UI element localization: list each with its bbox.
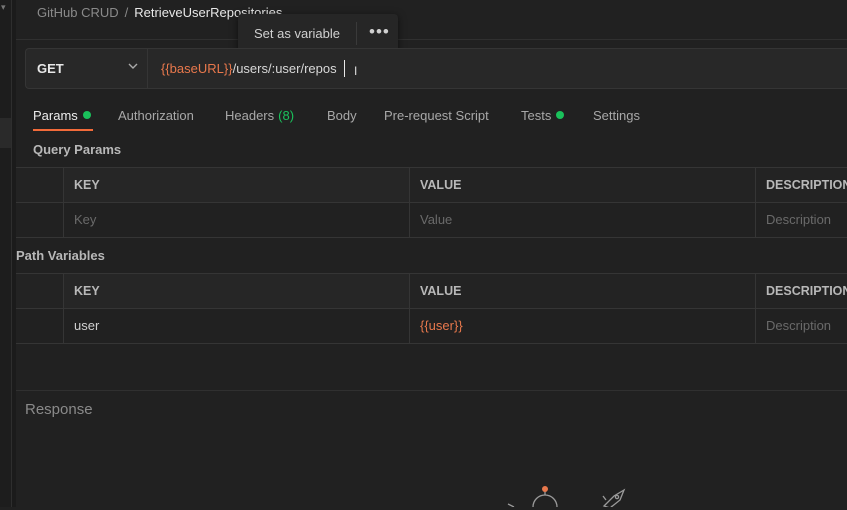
tab-headers[interactable]: Headers (8) bbox=[225, 107, 294, 124]
checkbox-cell[interactable] bbox=[16, 203, 64, 237]
column-header-key: KEY bbox=[64, 168, 410, 202]
breadcrumb-separator: / bbox=[124, 5, 129, 20]
response-title: Response bbox=[25, 401, 93, 418]
tab-authorization[interactable]: Authorization bbox=[118, 107, 194, 124]
rocket-icon bbox=[602, 488, 626, 510]
table-header-row: KEY VALUE DESCRIPTION bbox=[16, 274, 847, 309]
tab-tests[interactable]: Tests bbox=[521, 107, 565, 124]
headers-count: (8) bbox=[278, 108, 295, 123]
query-params-title: Query Params bbox=[33, 142, 122, 157]
url-text: {{baseURL}}/users/:user/repos bbox=[161, 61, 337, 76]
column-header-value: VALUE bbox=[410, 274, 756, 308]
tab-params[interactable]: Params bbox=[33, 107, 91, 124]
column-header-description: DESCRIPTION bbox=[766, 178, 847, 192]
tab-label: Headers bbox=[225, 108, 275, 123]
tab-pre-request-script[interactable]: Pre-request Script bbox=[384, 107, 489, 124]
drag-handle-cell bbox=[16, 168, 64, 202]
value-input[interactable]: {{user}} bbox=[410, 309, 756, 343]
divider bbox=[16, 39, 847, 40]
more-options-icon[interactable]: ••• bbox=[369, 22, 390, 42]
popup-divider bbox=[356, 22, 357, 45]
sidebar-selected-item[interactable] bbox=[0, 118, 11, 148]
left-sidebar: ▾ bbox=[0, 0, 12, 507]
key-input[interactable]: Key bbox=[64, 203, 410, 237]
drag-handle-cell bbox=[16, 274, 64, 308]
url-variable: {{baseURL}} bbox=[161, 61, 233, 76]
url-input[interactable]: {{baseURL}}/users/:user/repos I bbox=[147, 48, 847, 89]
tab-label: Authorization bbox=[118, 108, 194, 123]
method-select[interactable]: GET bbox=[25, 48, 147, 89]
sidebar-glyph-icon: ▾ bbox=[1, 2, 6, 12]
empty-response-illustration bbox=[500, 482, 640, 510]
tab-label: Body bbox=[327, 108, 357, 123]
url-path: /users/:user/repos bbox=[232, 61, 337, 76]
status-dot-icon bbox=[82, 111, 91, 119]
description-input[interactable]: Description bbox=[756, 203, 847, 237]
active-tab-indicator bbox=[33, 129, 93, 131]
table-row: Key Value Description bbox=[16, 203, 847, 238]
row-handle-cell bbox=[16, 309, 64, 343]
path-variables-title: Path Variables bbox=[16, 248, 105, 263]
path-variables-table: KEY VALUE DESCRIPTION user {{user}} Desc… bbox=[16, 273, 847, 344]
key-input[interactable]: user bbox=[64, 309, 410, 343]
i-beam-cursor-icon: I bbox=[354, 64, 358, 78]
tab-label: Tests bbox=[521, 108, 552, 123]
text-caret bbox=[344, 60, 345, 77]
set-as-variable-button[interactable]: Set as variable bbox=[254, 26, 340, 41]
breadcrumb-collection[interactable]: GitHub CRUD bbox=[37, 5, 119, 20]
tab-label: Pre-request Script bbox=[384, 108, 489, 123]
column-header-key: KEY bbox=[64, 274, 410, 308]
description-input[interactable]: Description bbox=[756, 309, 847, 343]
antenna-tip-icon bbox=[542, 486, 548, 492]
column-header-description: DESCRIPTION bbox=[766, 284, 847, 298]
tab-label: Params bbox=[33, 108, 78, 123]
value-input[interactable]: Value bbox=[410, 203, 756, 237]
status-dot-icon bbox=[556, 111, 565, 119]
tab-body[interactable]: Body bbox=[327, 107, 357, 124]
chevron-down-icon bbox=[127, 60, 139, 75]
query-params-table: KEY VALUE DESCRIPTION Key Value Descript… bbox=[16, 167, 847, 238]
column-header-value: VALUE bbox=[410, 168, 756, 202]
table-header-row: KEY VALUE DESCRIPTION bbox=[16, 168, 847, 203]
astronaut-icon bbox=[507, 490, 558, 510]
table-row: user {{user}} Description bbox=[16, 309, 847, 344]
response-divider[interactable] bbox=[16, 390, 847, 391]
method-label: GET bbox=[37, 61, 64, 76]
tab-settings[interactable]: Settings bbox=[593, 107, 640, 124]
tab-label: Settings bbox=[593, 108, 640, 123]
